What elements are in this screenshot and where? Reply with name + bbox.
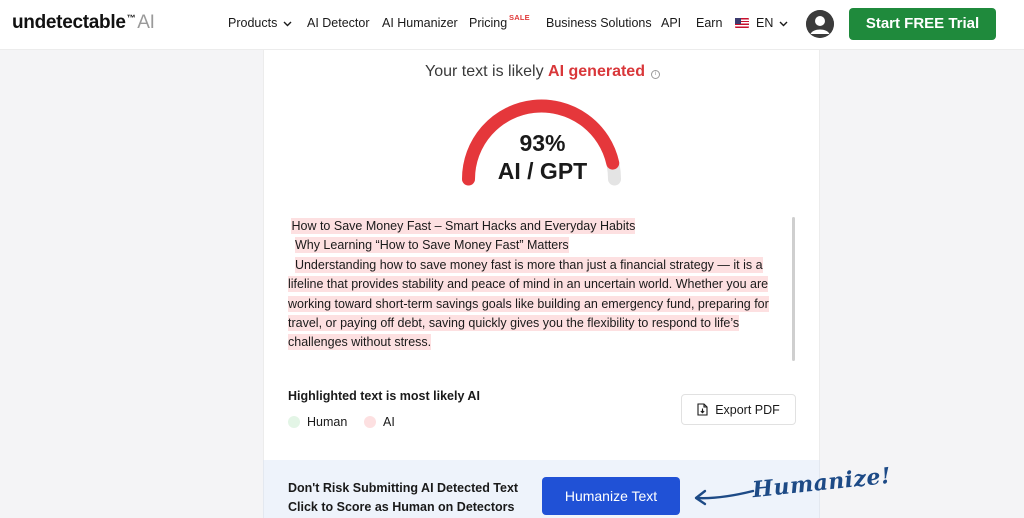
nav-products-label: Products xyxy=(228,16,278,30)
legend-ai-label: AI xyxy=(383,415,395,429)
nav-products[interactable]: Products xyxy=(228,16,292,30)
result-verdict: AI generated xyxy=(548,63,645,80)
human-dot-icon xyxy=(288,416,300,428)
legend-human-label: Human xyxy=(307,415,348,429)
nav-ai-humanizer[interactable]: AI Humanizer xyxy=(382,16,458,30)
analyzed-text-area[interactable]: How to Save Money Fast – Smart Hacks and… xyxy=(288,217,792,357)
banner-line-1: Don't Risk Submitting AI Detected Text xyxy=(288,481,519,495)
text-scrollbar[interactable] xyxy=(792,217,795,361)
export-pdf-label: Export PDF xyxy=(715,402,780,417)
info-icon[interactable]: i xyxy=(650,70,660,79)
chevron-down-icon xyxy=(283,21,292,27)
legend-title: Highlighted text is most likely AI xyxy=(288,389,480,403)
brand-logo[interactable]: undetectable™ AI xyxy=(12,12,155,34)
legend-human: Human xyxy=(288,415,347,429)
top-navbar: undetectable™ AI Products AI Detector AI … xyxy=(0,0,1024,50)
user-icon xyxy=(806,10,834,38)
result-prefix: Your text is likely xyxy=(425,63,549,80)
logo-ai: AI xyxy=(137,12,155,33)
user-avatar[interactable] xyxy=(806,10,834,38)
ai-dot-icon xyxy=(364,416,376,428)
legend-ai: AI xyxy=(364,415,395,429)
result-headline: Your text is likely AI generated i xyxy=(264,63,821,81)
highlighted-ai-text: Understanding how to save money fast is … xyxy=(288,256,769,351)
sale-badge: SALE xyxy=(509,13,530,22)
humanize-text-button[interactable]: Humanize Text xyxy=(542,477,680,515)
highlighted-ai-text: How to Save Money Fast – Smart Hacks and… xyxy=(291,218,636,234)
start-free-trial-button[interactable]: Start FREE Trial xyxy=(849,8,996,40)
nav-api[interactable]: API xyxy=(661,16,681,30)
text-line: Why Learning “How to Save Money Fast” Ma… xyxy=(288,236,792,255)
nav-business-solutions[interactable]: Business Solutions xyxy=(546,16,652,30)
detection-result-card: Your text is likely AI generated i 93% AI… xyxy=(263,50,820,460)
text-line: How to Save Money Fast – Smart Hacks and… xyxy=(288,217,792,236)
logo-text: undetectable xyxy=(12,12,126,33)
language-label: EN xyxy=(756,16,774,30)
nav-pricing[interactable]: Pricing SALE xyxy=(469,13,530,30)
us-flag-icon xyxy=(735,18,749,28)
ai-gpt-label: AI / GPT xyxy=(497,158,588,184)
hand-drawn-arrow-icon xyxy=(694,489,755,506)
file-download-icon xyxy=(697,403,708,416)
logo-trademark: ™ xyxy=(126,13,136,23)
nav-ai-detector[interactable]: AI Detector xyxy=(307,16,370,30)
text-paragraph: Understanding how to save money fast is … xyxy=(288,256,792,353)
highlighted-ai-text: Why Learning “How to Save Money Fast” Ma… xyxy=(294,237,569,254)
ai-percentage: 93% xyxy=(519,130,566,156)
export-pdf-button[interactable]: Export PDF xyxy=(681,394,796,425)
banner-line-2: Click to Score as Human on Detectors xyxy=(288,500,515,514)
nav-pricing-label: Pricing xyxy=(469,16,508,30)
language-selector[interactable]: EN xyxy=(735,16,788,30)
nav-earn[interactable]: Earn xyxy=(696,16,722,30)
chevron-down-icon xyxy=(779,21,788,27)
banner-message: Don't Risk Submitting AI Detected Text C… xyxy=(288,479,518,517)
